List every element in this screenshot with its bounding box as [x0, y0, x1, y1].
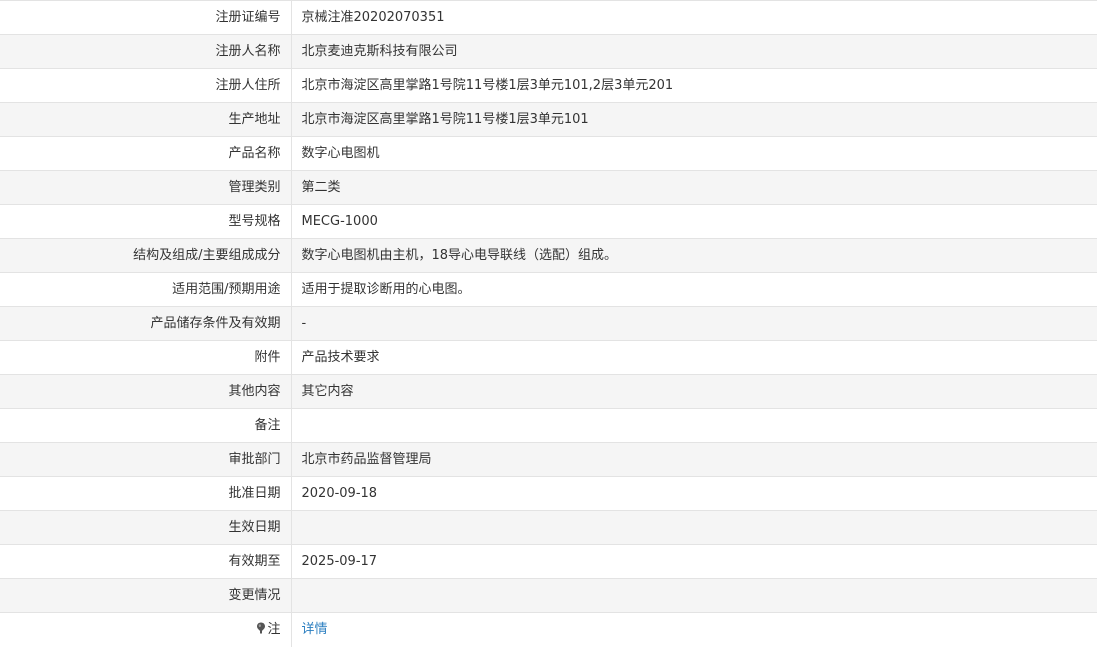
- table-row: 备注: [0, 408, 1097, 443]
- row-value: 其它内容: [291, 374, 1097, 409]
- row-value: 适用于提取诊断用的心电图。: [291, 272, 1097, 307]
- row-value: 2020-09-18: [291, 476, 1097, 511]
- row-label: 适用范围/预期用途: [0, 272, 292, 307]
- row-value: -: [291, 306, 1097, 341]
- row-value: 2025-09-17: [291, 544, 1097, 579]
- table-row: 批准日期 2020-09-18: [0, 476, 1097, 511]
- note-label-cell: 注: [0, 612, 292, 647]
- row-label: 注册证编号: [0, 0, 292, 35]
- registration-detail-table: 注册证编号 京械注准20202070351 注册人名称 北京麦迪克斯科技有限公司…: [0, 0, 1097, 647]
- row-value: [291, 578, 1097, 613]
- table-row: 产品名称 数字心电图机: [0, 136, 1097, 171]
- row-value: 北京麦迪克斯科技有限公司: [291, 34, 1097, 69]
- row-label: 备注: [0, 408, 292, 443]
- table-row: 注册人名称 北京麦迪克斯科技有限公司: [0, 34, 1097, 69]
- row-label: 管理类别: [0, 170, 292, 205]
- row-label: 注册人名称: [0, 34, 292, 69]
- row-value: MECG-1000: [291, 204, 1097, 239]
- table-row: 结构及组成/主要组成成分 数字心电图机由主机，18导心电导联线（选配）组成。: [0, 238, 1097, 273]
- table-row: 生产地址 北京市海淀区高里掌路1号院11号楼1层3单元101: [0, 102, 1097, 137]
- row-label: 生产地址: [0, 102, 292, 137]
- row-label: 附件: [0, 340, 292, 375]
- row-value: [291, 408, 1097, 443]
- table-row: 生效日期: [0, 510, 1097, 545]
- table-row: 附件 产品技术要求: [0, 340, 1097, 375]
- row-value: 第二类: [291, 170, 1097, 205]
- table-row: 管理类别 第二类: [0, 170, 1097, 205]
- table-row: 审批部门 北京市药品监督管理局: [0, 442, 1097, 477]
- table-row: 注册人住所 北京市海淀区高里掌路1号院11号楼1层3单元101,2层3单元201: [0, 68, 1097, 103]
- row-value: 数字心电图机: [291, 136, 1097, 171]
- row-value: 北京市海淀区高里掌路1号院11号楼1层3单元101,2层3单元201: [291, 68, 1097, 103]
- table-row: 适用范围/预期用途 适用于提取诊断用的心电图。: [0, 272, 1097, 307]
- note-row: 注 详情: [0, 612, 1097, 647]
- row-label: 注册人住所: [0, 68, 292, 103]
- row-label: 生效日期: [0, 510, 292, 545]
- table-row: 产品储存条件及有效期 -: [0, 306, 1097, 341]
- table-row: 注册证编号 京械注准20202070351: [0, 0, 1097, 35]
- table-row: 有效期至 2025-09-17: [0, 544, 1097, 579]
- row-value: 北京市药品监督管理局: [291, 442, 1097, 477]
- note-value-cell: 详情: [291, 612, 1097, 647]
- detail-table-body: 注册证编号 京械注准20202070351 注册人名称 北京麦迪克斯科技有限公司…: [0, 0, 1097, 647]
- row-label: 批准日期: [0, 476, 292, 511]
- row-label: 结构及组成/主要组成成分: [0, 238, 292, 273]
- row-value: [291, 510, 1097, 545]
- row-value: 北京市海淀区高里掌路1号院11号楼1层3单元101: [291, 102, 1097, 137]
- table-row: 其他内容 其它内容: [0, 374, 1097, 409]
- row-label: 产品名称: [0, 136, 292, 171]
- table-row: 型号规格 MECG-1000: [0, 204, 1097, 239]
- table-row: 变更情况: [0, 578, 1097, 613]
- row-label: 产品储存条件及有效期: [0, 306, 292, 341]
- row-value: 京械注准20202070351: [291, 0, 1097, 35]
- row-value: 产品技术要求: [291, 340, 1097, 375]
- pin-icon: [257, 622, 266, 634]
- row-label: 变更情况: [0, 578, 292, 613]
- row-label: 审批部门: [0, 442, 292, 477]
- row-label: 型号规格: [0, 204, 292, 239]
- note-label: 注: [267, 622, 281, 637]
- row-label: 有效期至: [0, 544, 292, 579]
- details-link[interactable]: 详情: [302, 622, 328, 637]
- row-value: 数字心电图机由主机，18导心电导联线（选配）组成。: [291, 238, 1097, 273]
- row-label: 其他内容: [0, 374, 292, 409]
